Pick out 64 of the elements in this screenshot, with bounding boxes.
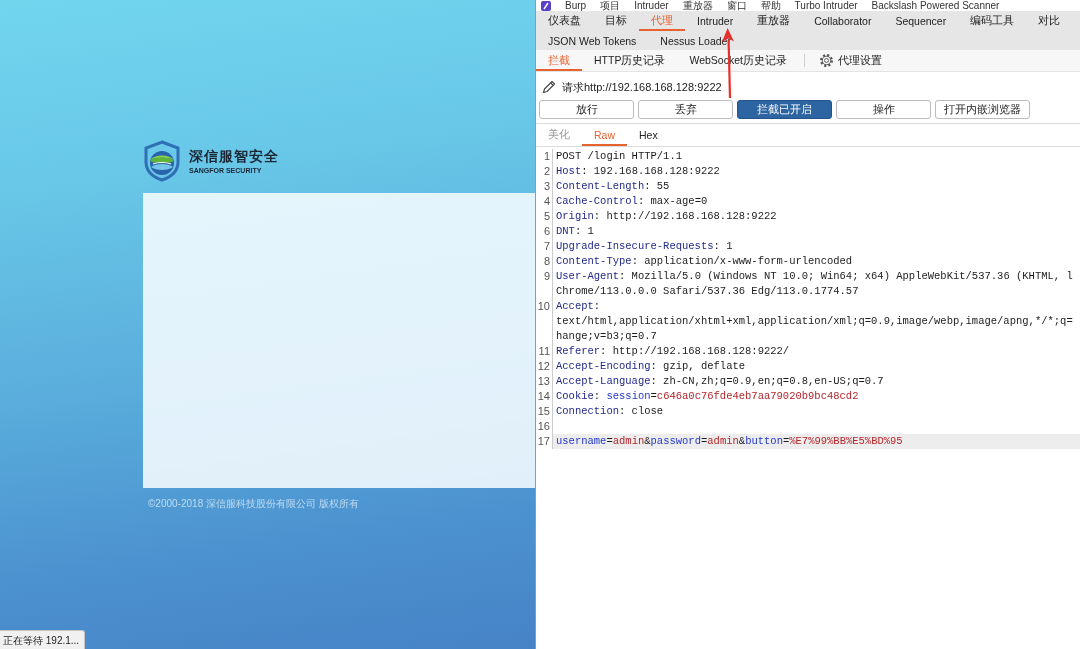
menu-item[interactable]: Burp: [565, 0, 587, 11]
line-number: 11: [536, 344, 553, 359]
line-number: 12: [536, 359, 553, 374]
tab[interactable]: Raw: [582, 124, 627, 146]
tab[interactable]: Intruder: [685, 11, 746, 31]
code-line: Content-Type: application/x-www-form-urlencoded: [555, 254, 854, 269]
tab[interactable]: 编码工具: [958, 11, 1027, 31]
proxy-settings-button[interactable]: 代理设置: [814, 50, 886, 71]
toolbar-button[interactable]: 打开内嵌浏览器: [935, 100, 1030, 119]
menu-item[interactable]: 帮助: [760, 0, 781, 11]
menu-item[interactable]: 重放器: [682, 0, 713, 11]
tab[interactable]: Sequencer: [883, 11, 959, 31]
toolbar-button[interactable]: 操作: [836, 100, 931, 119]
gear-icon: [818, 53, 834, 68]
code-line: Referer: http://192.168.168.128:9222/: [555, 344, 791, 359]
line-number: 10: [536, 299, 553, 344]
menu-item[interactable]: 窗口: [726, 0, 747, 11]
tab[interactable]: Collaborator: [802, 11, 884, 31]
logo-title: 深信服智安全: [189, 147, 279, 164]
line-number: 9: [536, 269, 553, 299]
code-line: DNT: 1: [555, 224, 595, 239]
code-line: Accept: text/html,application/xhtml+xml,application/xml;q=0.9,image/webp,image/apng,*/*;q= hange;v=b3;q=0.7: [555, 299, 1074, 344]
toolbar-button[interactable]: 拦截已开启: [737, 100, 832, 119]
status-bubble: 正在等待 192.1...: [0, 630, 86, 649]
code-line: Accept-Language: zh-CN,zh;q=0.9,en;q=0.8,en-US;q=0.7: [555, 374, 885, 389]
tab[interactable]: HTTP历史记录: [582, 50, 678, 71]
toolbar-button[interactable]: 丢弃: [638, 100, 733, 119]
code-line: Upgrade-Insecure-Requests: 1: [555, 239, 734, 254]
line-number: 13: [536, 374, 553, 389]
line-number: 4: [536, 194, 553, 209]
code-line: Accept-Encoding: gzip, deflate: [555, 359, 747, 374]
request-url-text: 请求http://192.168.168.128:9222: [562, 79, 722, 95]
menu-item[interactable]: 项目: [600, 0, 621, 11]
tab[interactable]: JSON Web Tokens: [536, 31, 649, 50]
line-number: 7: [536, 239, 553, 254]
menu-item[interactable]: Backslash Powered Scanner: [871, 0, 1000, 11]
toolbar-button[interactable]: 放行: [539, 100, 634, 119]
tab[interactable]: 仪表盘: [536, 11, 593, 31]
line-number: 1: [536, 149, 553, 164]
line-number: 8: [536, 254, 553, 269]
menu-item[interactable]: Intruder: [634, 0, 669, 11]
line-number: 16: [536, 419, 553, 434]
line-number: 3: [536, 179, 553, 194]
line-number: 14: [536, 389, 553, 404]
line-number: 5: [536, 209, 553, 224]
pencil-icon: [541, 79, 557, 95]
tab[interactable]: Hex: [627, 124, 670, 146]
code-line: Cookie: session=c646a0c76fde4eb7aa79020b9bc48cd2: [555, 389, 860, 404]
tab[interactable]: 重放器: [745, 11, 803, 31]
copyright-text: ©2000-2018 深信服科技股份有限公司 版权所有: [148, 498, 360, 510]
line-number: 15: [536, 404, 553, 419]
code-line: Origin: http://192.168.168.128:9222: [555, 209, 778, 224]
code-line: Content-Length: 55: [555, 179, 671, 194]
tab[interactable]: 目标: [593, 11, 639, 31]
code-line: Connection: close: [555, 404, 665, 419]
code-line: User-Agent: Mozilla/5.0 (Windows NT 10.0; Win64; x64) AppleWebKit/537.36 (KHTML, l Chrome/113.0.0.0 Safari/537.36 Edg/113.0.1774.57: [555, 269, 1074, 299]
menu-item[interactable]: Turbo Intruder: [794, 0, 858, 11]
line-number: 2: [536, 164, 553, 179]
code-line: Cache-Control: max-age=0: [555, 194, 709, 209]
tab[interactable]: 对比: [1026, 11, 1061, 31]
shield-logo-icon: [143, 140, 181, 182]
code-line: Host: 192.168.168.128:9222: [555, 164, 721, 179]
line-number: 6: [536, 224, 553, 239]
code-line: POST /login HTTP/1.1: [555, 149, 684, 164]
